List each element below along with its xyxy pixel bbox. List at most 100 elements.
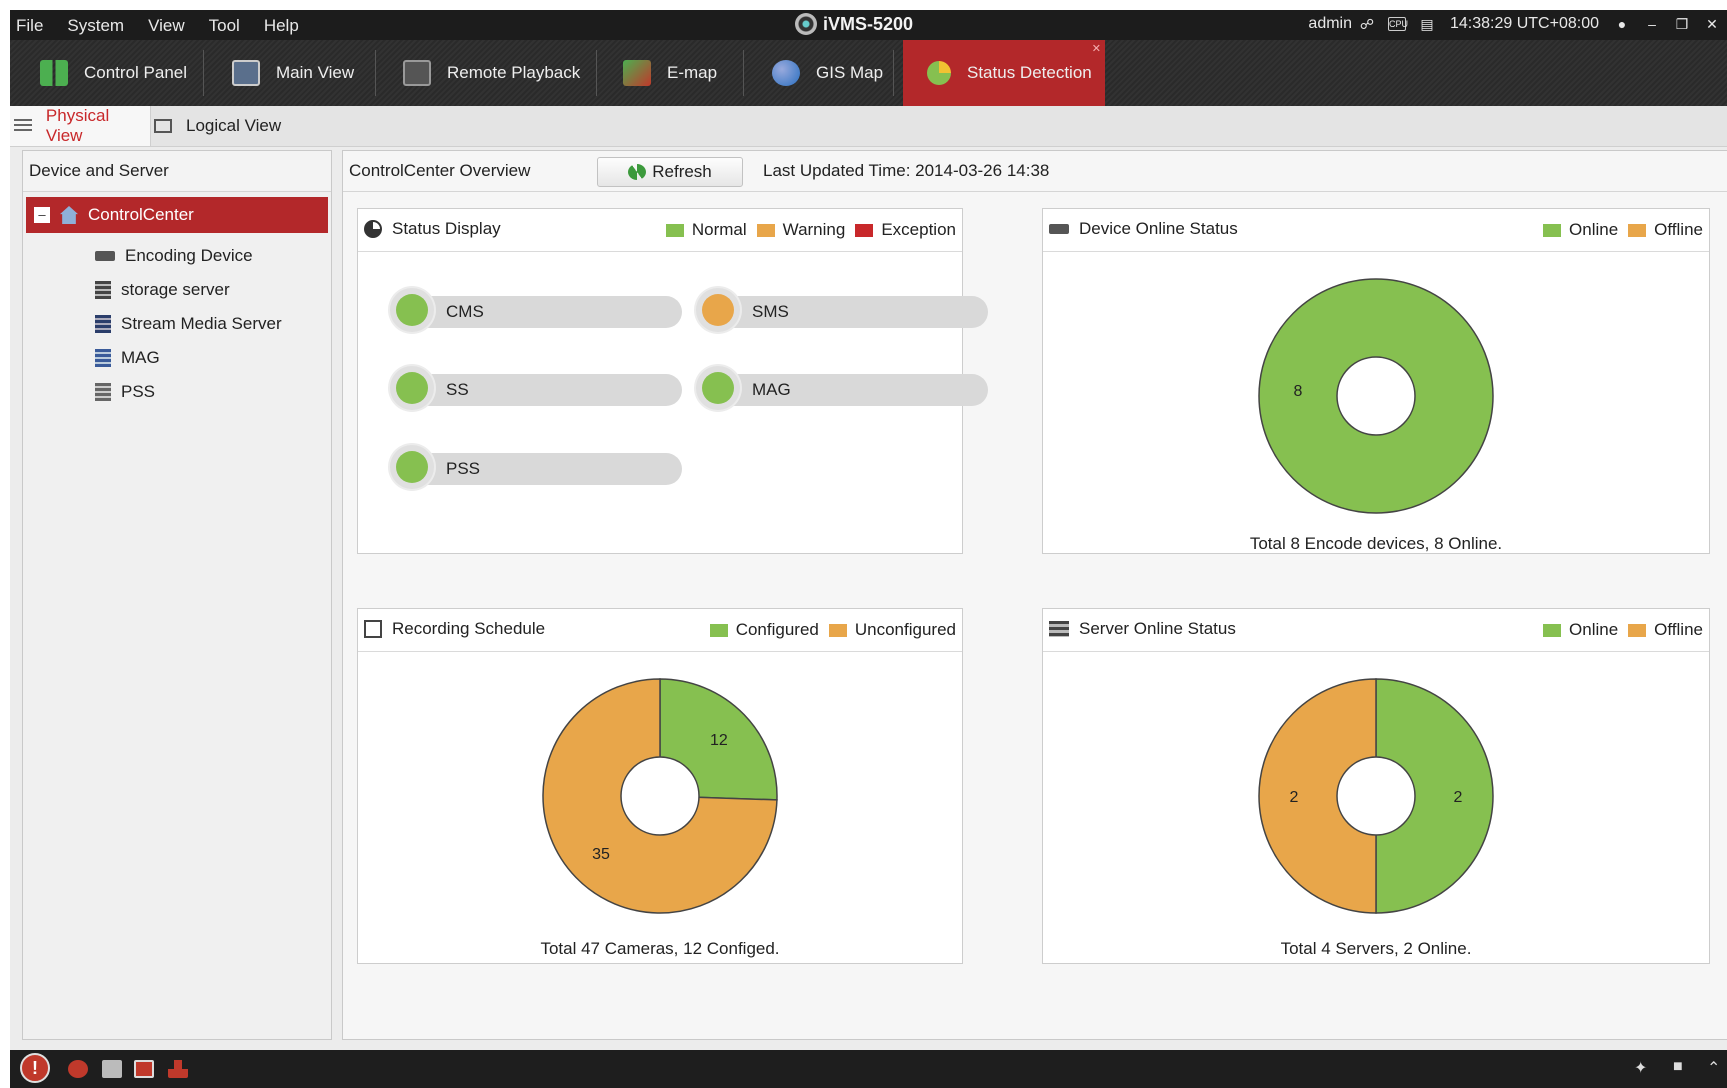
tab-emap[interactable]: E-map: [623, 40, 717, 106]
tab-label: GIS Map: [816, 63, 884, 82]
menu-view[interactable]: View: [148, 16, 185, 36]
tree-node-label: ControlCenter: [88, 205, 194, 224]
device-alarm-icon[interactable]: [168, 1060, 188, 1078]
legend-label-unconfigured: Unconfigured: [854, 620, 956, 639]
mag-server-icon: [95, 349, 111, 367]
alarm-warning-icon[interactable]: !: [20, 1053, 50, 1083]
tab-physical-view[interactable]: Physical View: [10, 106, 151, 146]
panel-title: Device and Server: [23, 151, 331, 192]
tab-logical-view[interactable]: Logical View: [154, 106, 281, 146]
tab-label: Physical View: [45, 106, 110, 145]
audio-alarm-icon[interactable]: [102, 1060, 122, 1078]
donut-value-label: 2: [1454, 789, 1463, 806]
video-alarm-icon[interactable]: [134, 1060, 154, 1078]
overview-title: ControlCenter Overview: [349, 161, 531, 180]
tab-remote-playback[interactable]: Remote Playback: [403, 40, 580, 106]
legend-swatch-offline: [1628, 223, 1647, 237]
status-legend: Normal Warning Exception: [656, 220, 956, 240]
tab-close-icon[interactable]: ✕: [1092, 42, 1101, 55]
tab-label: Remote Playback: [447, 63, 581, 82]
legend-swatch-online: [1543, 223, 1562, 237]
close-icon[interactable]: ✕: [1703, 16, 1721, 32]
legend-label-exception: Exception: [881, 220, 956, 239]
folder-icon: [154, 119, 172, 133]
tree-item-stream-media-server[interactable]: Stream Media Server: [95, 309, 282, 339]
legend-swatch-normal: [665, 223, 684, 237]
donut-value-label: 35: [592, 846, 610, 863]
service-label: SMS: [752, 302, 789, 321]
tree-item-encoding-device[interactable]: Encoding Device: [95, 241, 253, 271]
device-caption: Total 8 Encode devices, 8 Online.: [1249, 534, 1503, 553]
tree-item-storage-server[interactable]: storage server: [95, 275, 230, 305]
service-label: MAG: [752, 380, 791, 399]
device-online-card: Device Online Status Online Offline 8 To…: [1042, 208, 1710, 554]
service-status-cms[interactable]: CMS: [390, 288, 682, 332]
alarm-event-icon[interactable]: [68, 1060, 88, 1078]
recording-legend: Configured Unconfigured: [700, 620, 956, 640]
network-icon[interactable]: ▤: [1418, 16, 1436, 32]
minimize-icon[interactable]: –: [1643, 16, 1661, 32]
recording-caption: Total 47 Cameras, 12 Configed.: [540, 939, 780, 958]
clock: 14:38:29 UTC+08:00: [1450, 15, 1599, 32]
legend-label-warning: Warning: [782, 220, 846, 239]
tab-status-detection[interactable]: Status Detection ✕: [903, 40, 1105, 106]
card-title: Server Online Status: [1079, 619, 1236, 638]
globe-icon[interactable]: ☍: [1358, 16, 1376, 32]
donut-value-label: 2: [1290, 789, 1299, 806]
legend-swatch-warning: [756, 223, 775, 237]
tab-label: E-map: [667, 63, 718, 82]
legend-label-offline: Offline: [1654, 620, 1703, 639]
refresh-button[interactable]: Refresh: [597, 157, 743, 187]
restore-icon[interactable]: ❐: [1673, 16, 1691, 32]
legend-label-online: Online: [1569, 220, 1619, 239]
menu-system[interactable]: System: [67, 16, 124, 36]
tree-item-label: Stream Media Server: [121, 314, 282, 333]
tree-node-controlcenter[interactable]: – ControlCenter: [26, 197, 328, 233]
service-status-mag[interactable]: MAG: [696, 366, 988, 410]
user-name: admin: [1308, 15, 1352, 32]
menu-help[interactable]: Help: [264, 16, 299, 36]
server-icon: [95, 281, 111, 299]
collapse-icon[interactable]: –: [34, 207, 50, 223]
service-status-ss[interactable]: SS: [390, 366, 682, 410]
pin-icon[interactable]: ✦: [1634, 1058, 1647, 1078]
status-dot: [702, 372, 734, 404]
tree-item-mag[interactable]: MAG: [95, 343, 160, 373]
tree-item-pss[interactable]: PSS: [95, 377, 155, 407]
menu-tool[interactable]: Tool: [209, 16, 240, 36]
status-detection-icon: [927, 61, 951, 85]
service-status-pss[interactable]: PSS: [390, 445, 682, 489]
tab-gis-map[interactable]: GIS Map: [772, 40, 883, 106]
encoder-icon: [1049, 224, 1069, 234]
title-bar: File System View Tool Help iVMS-5200 adm…: [10, 10, 1727, 40]
tab-label: Control Panel: [84, 63, 188, 82]
app-title: iVMS-5200: [795, 13, 913, 35]
expand-up-icon[interactable]: ⌃: [1707, 1058, 1720, 1078]
calendar-clock-icon: [364, 620, 382, 638]
server-caption: Total 4 Servers, 2 Online.: [1280, 939, 1472, 958]
donut-value-label: 8: [1294, 383, 1303, 400]
donut-value-label: 12: [710, 732, 728, 749]
window-icon[interactable]: ■: [1673, 1058, 1683, 1076]
status-display-card: Status Display Normal Warning Exception …: [357, 208, 988, 554]
overview-header: ControlCenter Overview Refresh Last Upda…: [343, 151, 1727, 192]
lock-icon[interactable]: ●: [1613, 16, 1631, 32]
card-title: Device Online Status: [1079, 219, 1238, 238]
recording-schedule-donut: 12 35: [542, 678, 778, 914]
service-status-sms[interactable]: SMS: [696, 288, 988, 332]
status-dot: [702, 294, 734, 326]
legend-swatch-exception: [855, 223, 874, 237]
tab-control-panel[interactable]: Control Panel: [40, 40, 187, 106]
legend-label-configured: Configured: [735, 620, 819, 639]
donut-hole: [1336, 356, 1416, 436]
recording-schedule-card: Recording Schedule Configured Unconfigur…: [357, 608, 963, 964]
status-dot: [396, 451, 428, 483]
pie-chart-icon: [364, 220, 382, 238]
app-title-text: iVMS-5200: [823, 13, 914, 34]
menu-file[interactable]: File: [16, 16, 43, 36]
card-title: Status Display: [392, 219, 501, 238]
tab-main-view[interactable]: Main View: [232, 40, 354, 106]
server-icon: [1049, 621, 1069, 637]
cpu-icon[interactable]: CPU: [1388, 17, 1408, 31]
legend-swatch-offline: [1628, 623, 1647, 637]
